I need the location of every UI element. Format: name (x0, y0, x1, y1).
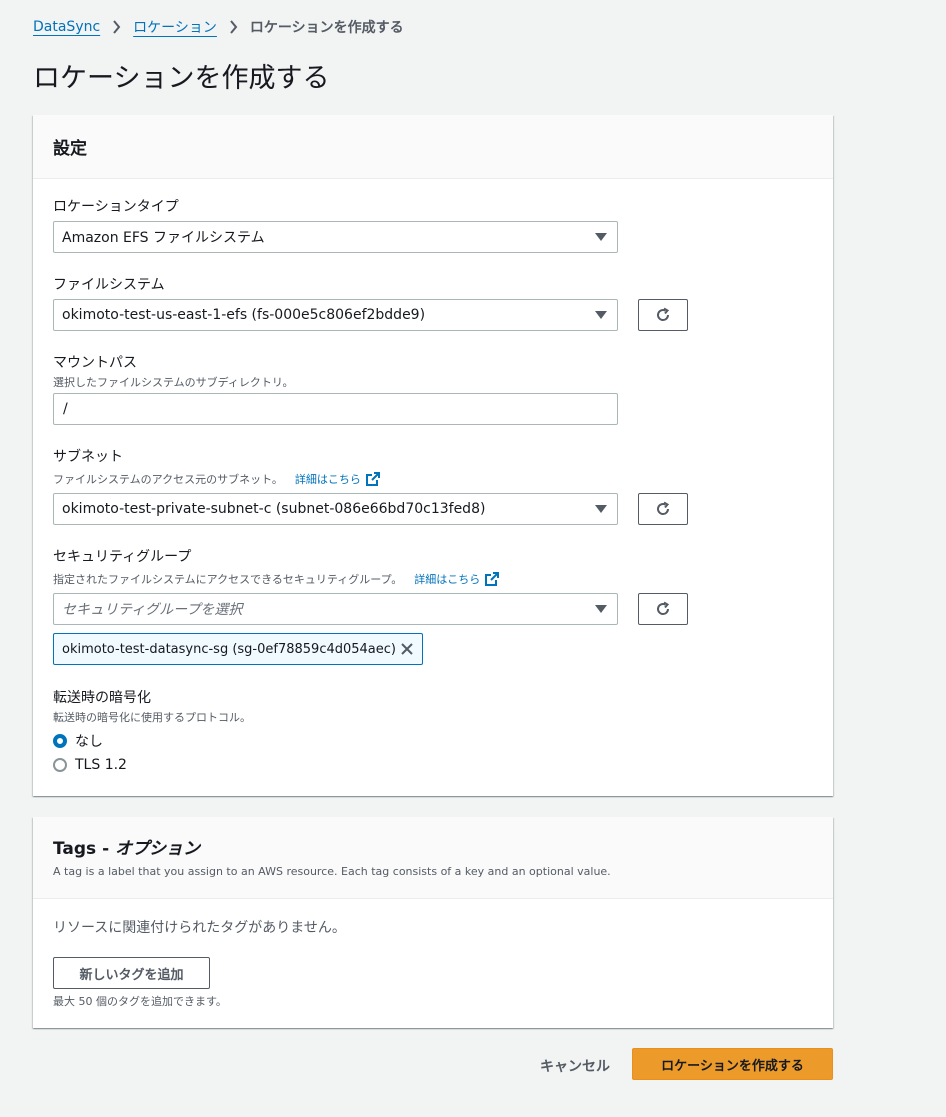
tags-limit-text: 最大 50 個のタグを追加できます。 (53, 993, 227, 1009)
security-group-refresh-button[interactable] (638, 593, 688, 625)
location-type-value: Amazon EFS ファイルシステム (62, 230, 265, 246)
create-location-button[interactable]: ロケーションを作成する (632, 1048, 833, 1080)
security-group-description-text: 指定されたファイルシステムにアクセスできるセキュリティグループ。 (53, 573, 403, 586)
file-system-label: ファイルシステム (53, 277, 165, 293)
refresh-icon (657, 307, 670, 321)
breadcrumb-locations-link[interactable]: ロケーション (133, 17, 217, 37)
page-title: ロケーションを作成する (33, 63, 330, 94)
mount-path-description: 選択したファイルシステムのサブディレクトリ。 (53, 374, 293, 390)
encryption-option-tls[interactable]: TLS 1.2 (53, 757, 127, 773)
encryption-description-text: 転送時の暗号化に使用するプロトコル。 (53, 711, 251, 724)
radio-checked-icon (53, 734, 67, 748)
file-system-value: okimoto-test-us-east-1-efs (fs-000e5c806… (62, 307, 426, 323)
caret-down-icon (595, 233, 607, 241)
location-type-label: ロケーションタイプ (53, 199, 179, 215)
mount-path-input[interactable] (53, 393, 618, 425)
encryption-option-none[interactable]: なし (53, 731, 103, 751)
subnet-description: ファイルシステムのアクセス元のサブネット。 詳細はこちら (53, 471, 380, 487)
tags-description: A tag is a label that you assign to an A… (53, 865, 611, 878)
tags-title: Tags - オプション (53, 834, 813, 859)
refresh-icon (657, 601, 670, 615)
security-group-placeholder: セキュリティグループを選択 (62, 602, 243, 618)
breadcrumb: DataSync ロケーション ロケーションを作成する (33, 16, 404, 38)
tags-empty-text: リソースに関連付けられたタグがありません。 (53, 920, 346, 936)
encryption-option-none-label: なし (75, 734, 103, 750)
chevron-right-icon (112, 20, 121, 34)
security-group-learn-more-link[interactable]: 詳細はこちら (414, 571, 500, 587)
mount-path-description-text: 選択したファイルシステムのサブディレクトリ。 (53, 376, 294, 389)
tags-limit-label: 最大 50 個のタグを追加できます。 (53, 995, 227, 1008)
subnet-learn-more-link[interactable]: 詳細はこちら (295, 471, 380, 487)
security-group-token: okimoto-test-datasync-sg (sg-0ef78859c4d… (53, 633, 423, 665)
subnet-description-text: ファイルシステムのアクセス元のサブネット。 (53, 473, 283, 486)
location-type-select[interactable]: Amazon EFS ファイルシステム (53, 221, 618, 253)
subnet-label: サブネット (53, 449, 123, 465)
subnet-select[interactable]: okimoto-test-private-subnet-c (subnet-08… (53, 493, 618, 525)
file-system-refresh-button[interactable] (638, 299, 688, 331)
file-system-select[interactable]: okimoto-test-us-east-1-efs (fs-000e5c806… (53, 299, 618, 331)
security-group-select[interactable]: セキュリティグループを選択 (53, 593, 618, 625)
settings-panel: 設定 ロケーションタイプ Amazon EFS ファイルシステム ファイルシステ… (33, 115, 833, 796)
encryption-option-tls-label: TLS 1.2 (75, 757, 127, 773)
tags-title-text: Tags - (53, 839, 116, 859)
security-group-label: セキュリティグループ (53, 549, 192, 565)
breadcrumb-datasync-link[interactable]: DataSync (33, 19, 100, 35)
refresh-icon (657, 501, 670, 515)
add-tag-button[interactable]: 新しいタグを追加 (53, 957, 210, 989)
settings-title: 設定 (53, 139, 87, 159)
security-group-description: 指定されたファイルシステムにアクセスできるセキュリティグループ。 詳細はこちら (53, 571, 500, 587)
caret-down-icon (595, 311, 607, 319)
subnet-learn-more-label: 詳細はこちら (294, 473, 361, 486)
tags-title-optional: オプション (115, 839, 201, 859)
breadcrumb-current: ロケーションを作成する (249, 20, 404, 36)
cancel-button[interactable]: キャンセル (540, 1056, 610, 1076)
close-icon[interactable] (400, 642, 414, 656)
subnet-value: okimoto-test-private-subnet-c (subnet-08… (62, 501, 486, 517)
external-link-icon (365, 472, 380, 486)
tags-panel-header: Tags - オプション A tag is a label that you a… (33, 817, 833, 899)
encryption-description: 転送時の暗号化に使用するプロトコル。 (53, 709, 251, 725)
mount-path-label: マウントパス (53, 355, 137, 371)
encryption-label: 転送時の暗号化 (53, 690, 151, 706)
security-group-token-text: okimoto-test-datasync-sg (sg-0ef78859c4d… (62, 641, 396, 657)
external-link-icon (485, 572, 500, 586)
subnet-refresh-button[interactable] (638, 493, 688, 525)
caret-down-icon (595, 605, 607, 613)
caret-down-icon (595, 505, 607, 513)
chevron-right-icon (229, 20, 238, 34)
radio-unchecked-icon (53, 758, 67, 772)
security-group-learn-more-label: 詳細はこちら (414, 573, 481, 586)
tags-panel: Tags - オプション A tag is a label that you a… (33, 817, 833, 1028)
settings-panel-header: 設定 (33, 115, 833, 179)
